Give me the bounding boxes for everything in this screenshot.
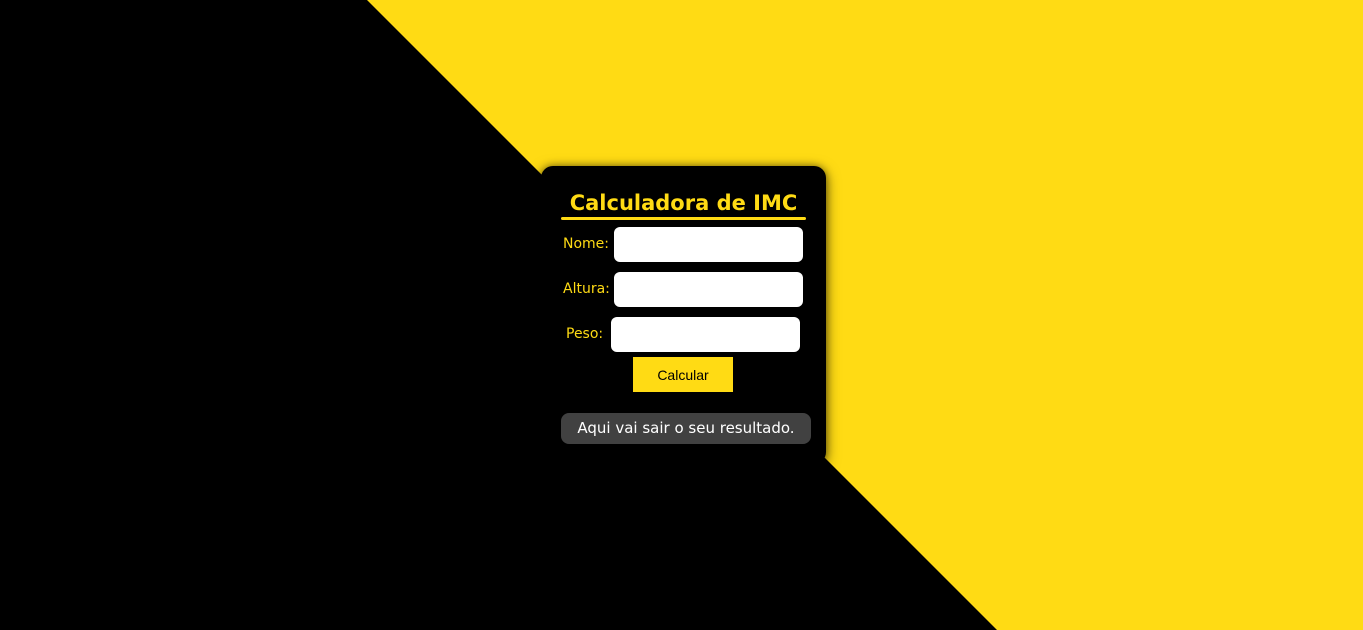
nome-label: Nome: — [563, 236, 610, 252]
peso-label: Peso: — [566, 326, 604, 342]
calcular-button[interactable]: Calcular — [633, 357, 733, 392]
imc-calculator-card: Calculadora de IMC Nome: Altura: Peso: C… — [541, 166, 826, 464]
result-display: Aqui vai sair o seu resultado. — [561, 413, 811, 444]
card-title: Calculadora de IMC — [569, 191, 798, 215]
title-underline — [561, 217, 806, 220]
altura-input[interactable] — [614, 272, 803, 307]
peso-input[interactable] — [611, 317, 800, 352]
nome-input[interactable] — [614, 227, 803, 262]
altura-label: Altura: — [563, 281, 610, 297]
